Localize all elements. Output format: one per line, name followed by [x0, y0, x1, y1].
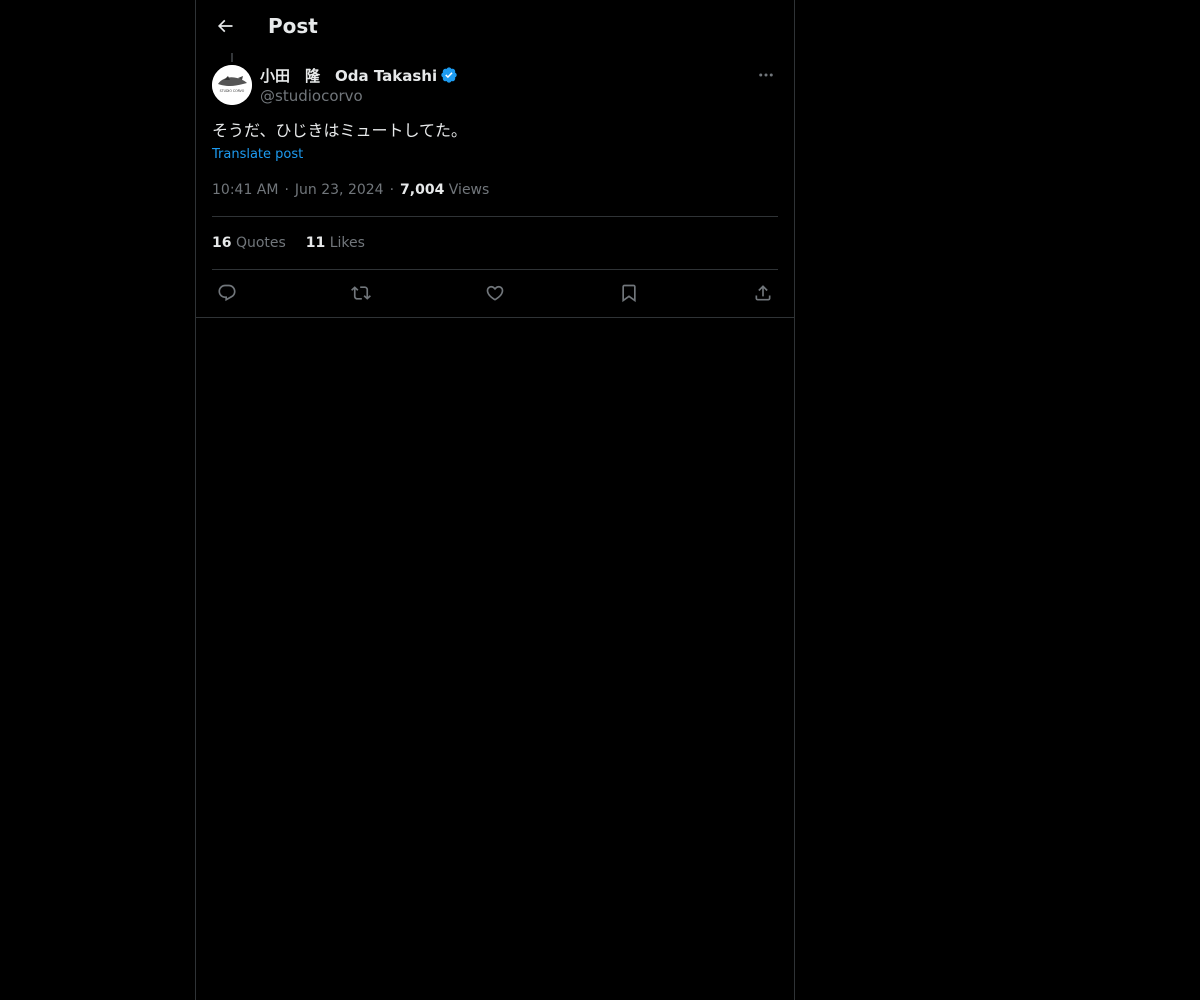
main-column: Post STUDIO CORVO 小田 隆 Oda Takashi @stud… — [195, 0, 795, 1000]
avatar[interactable]: STUDIO CORVO — [212, 65, 252, 105]
author-handle[interactable]: @studiocorvo — [260, 86, 458, 106]
arrow-left-icon — [217, 19, 233, 33]
post-metadata: 10:41 AM · Jun 23, 2024 · 7,004 Views — [212, 180, 489, 200]
reply-icon — [218, 284, 236, 302]
back-button[interactable] — [208, 9, 242, 43]
action-bar — [212, 280, 778, 306]
engagement-stats: 16 Quotes 11 Likes — [212, 233, 365, 253]
quotes-stat[interactable]: 16 Quotes — [212, 233, 286, 253]
views-label: Views — [448, 182, 490, 198]
author-names: 小田 隆 Oda Takashi @studiocorvo — [260, 64, 458, 106]
top-bar: Post — [196, 0, 794, 53]
post-date[interactable]: Jun 23, 2024 — [295, 182, 384, 198]
translate-post-link[interactable]: Translate post — [212, 146, 303, 164]
verified-badge-icon[interactable] — [440, 66, 458, 84]
post-bottom-border — [196, 317, 794, 318]
post-time[interactable]: 10:41 AM — [212, 182, 278, 198]
more-horizontal-icon — [759, 73, 773, 77]
share-icon — [755, 285, 771, 301]
page-title: Post — [268, 14, 318, 38]
avatar-text: STUDIO CORVO — [220, 89, 245, 93]
bookmark-icon — [622, 284, 636, 303]
share-button[interactable] — [748, 280, 778, 306]
more-options-button[interactable] — [754, 64, 778, 86]
bookmark-button[interactable] — [614, 280, 644, 306]
separator-dot: · — [284, 182, 289, 198]
likes-stat[interactable]: 11 Likes — [306, 233, 365, 253]
divider — [212, 216, 778, 217]
thread-connector-line — [231, 53, 233, 62]
quotes-label: Quotes — [235, 235, 286, 251]
likes-count: 11 — [305, 235, 326, 251]
separator-dot: · — [389, 182, 395, 198]
repost-button[interactable] — [346, 280, 376, 306]
like-button[interactable] — [480, 280, 510, 306]
post-text: そうだ、ひじきはミュートしてた。 — [212, 121, 468, 140]
repost-icon — [351, 286, 371, 300]
author-display-name[interactable]: 小田 隆 Oda Takashi — [260, 65, 437, 86]
reply-button[interactable] — [212, 280, 242, 306]
avatar-image: STUDIO CORVO — [212, 65, 252, 105]
divider — [212, 269, 778, 270]
views-count: 7,004 — [400, 182, 445, 198]
quotes-count: 16 — [212, 235, 232, 251]
heart-icon — [486, 285, 504, 301]
likes-label: Likes — [329, 235, 365, 251]
